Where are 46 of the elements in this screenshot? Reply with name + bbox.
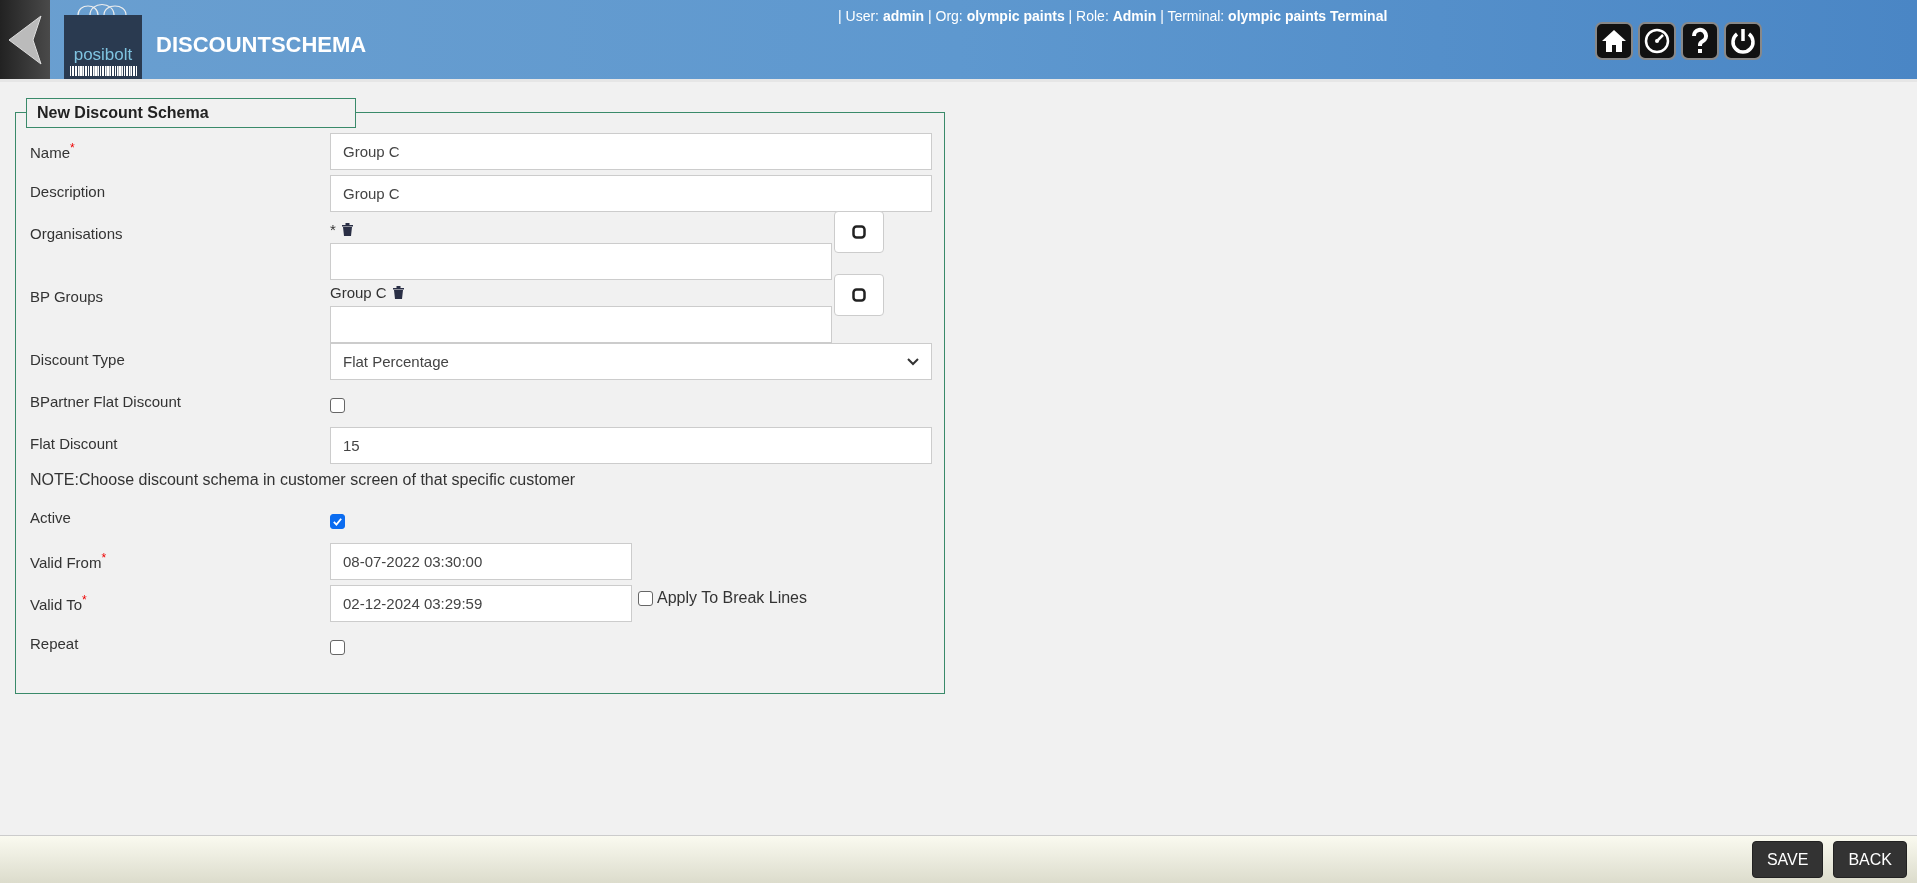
checkbox[interactable] (330, 398, 345, 413)
picker-button[interactable] (834, 211, 884, 253)
home-icon[interactable] (1595, 22, 1633, 60)
checkbox-label: Apply To Break Lines (657, 589, 807, 607)
field-label: Repeat (30, 634, 80, 654)
square-icon (852, 288, 866, 302)
checkbox[interactable] (330, 640, 345, 655)
form-legend: New Discount Schema (26, 98, 356, 128)
chevron-down-icon (907, 357, 919, 366)
date-field[interactable]: 02-12-2024 03:29:59 (330, 585, 632, 622)
field-label: Flat Discount (30, 434, 119, 454)
picker-button[interactable] (834, 274, 884, 316)
field-label: Discount Type (30, 350, 126, 370)
tag-text: Group C (330, 284, 387, 301)
checkmark-icon (332, 516, 343, 527)
field-label: Active (30, 508, 72, 528)
power-icon[interactable] (1724, 22, 1762, 60)
back-arrow-button[interactable] (0, 0, 50, 79)
help-icon[interactable] (1681, 22, 1719, 60)
checkbox[interactable] (638, 590, 653, 606)
trash-icon[interactable] (392, 286, 404, 299)
date-field[interactable]: 08-07-2022 03:30:00 (330, 543, 632, 580)
field-label: Valid To$^{*}$ (30, 592, 88, 615)
field-label: BPartner Flat Discount (30, 392, 182, 412)
field-label: BP Groups (30, 287, 105, 307)
tag-text: * (330, 221, 336, 238)
input-field[interactable] (330, 243, 832, 280)
dropdown[interactable]: Flat Percentage (330, 343, 932, 380)
input-field[interactable] (330, 306, 832, 343)
page-title: DISCOUNTSCHEMA (156, 31, 367, 58)
save-button[interactable]: SAVE (1751, 841, 1824, 878)
field-label: Valid From$^{*}$ (30, 550, 108, 573)
text-field[interactable]: Group C (330, 133, 932, 170)
note-text: NOTE:Choose discount schema in customer screen of that specific customer (30, 471, 577, 489)
field-label: Name$^{*}$ (30, 140, 76, 163)
square-icon (852, 225, 866, 239)
checkbox[interactable] (330, 514, 345, 529)
back-button[interactable]: BACK (1833, 841, 1907, 878)
field-label: Organisations (30, 224, 124, 244)
user-info: | User: admin | Org: olympic paints | Role: Admin | Terminal: olympic paints Terminal (838, 8, 1388, 24)
gauge-icon[interactable] (1638, 22, 1676, 60)
field-label: Description (30, 182, 107, 202)
text-field[interactable]: Group C (330, 175, 932, 212)
logo: posibolt (64, 2, 142, 79)
trash-icon[interactable] (341, 223, 353, 236)
text-field[interactable]: 15 (330, 427, 932, 464)
